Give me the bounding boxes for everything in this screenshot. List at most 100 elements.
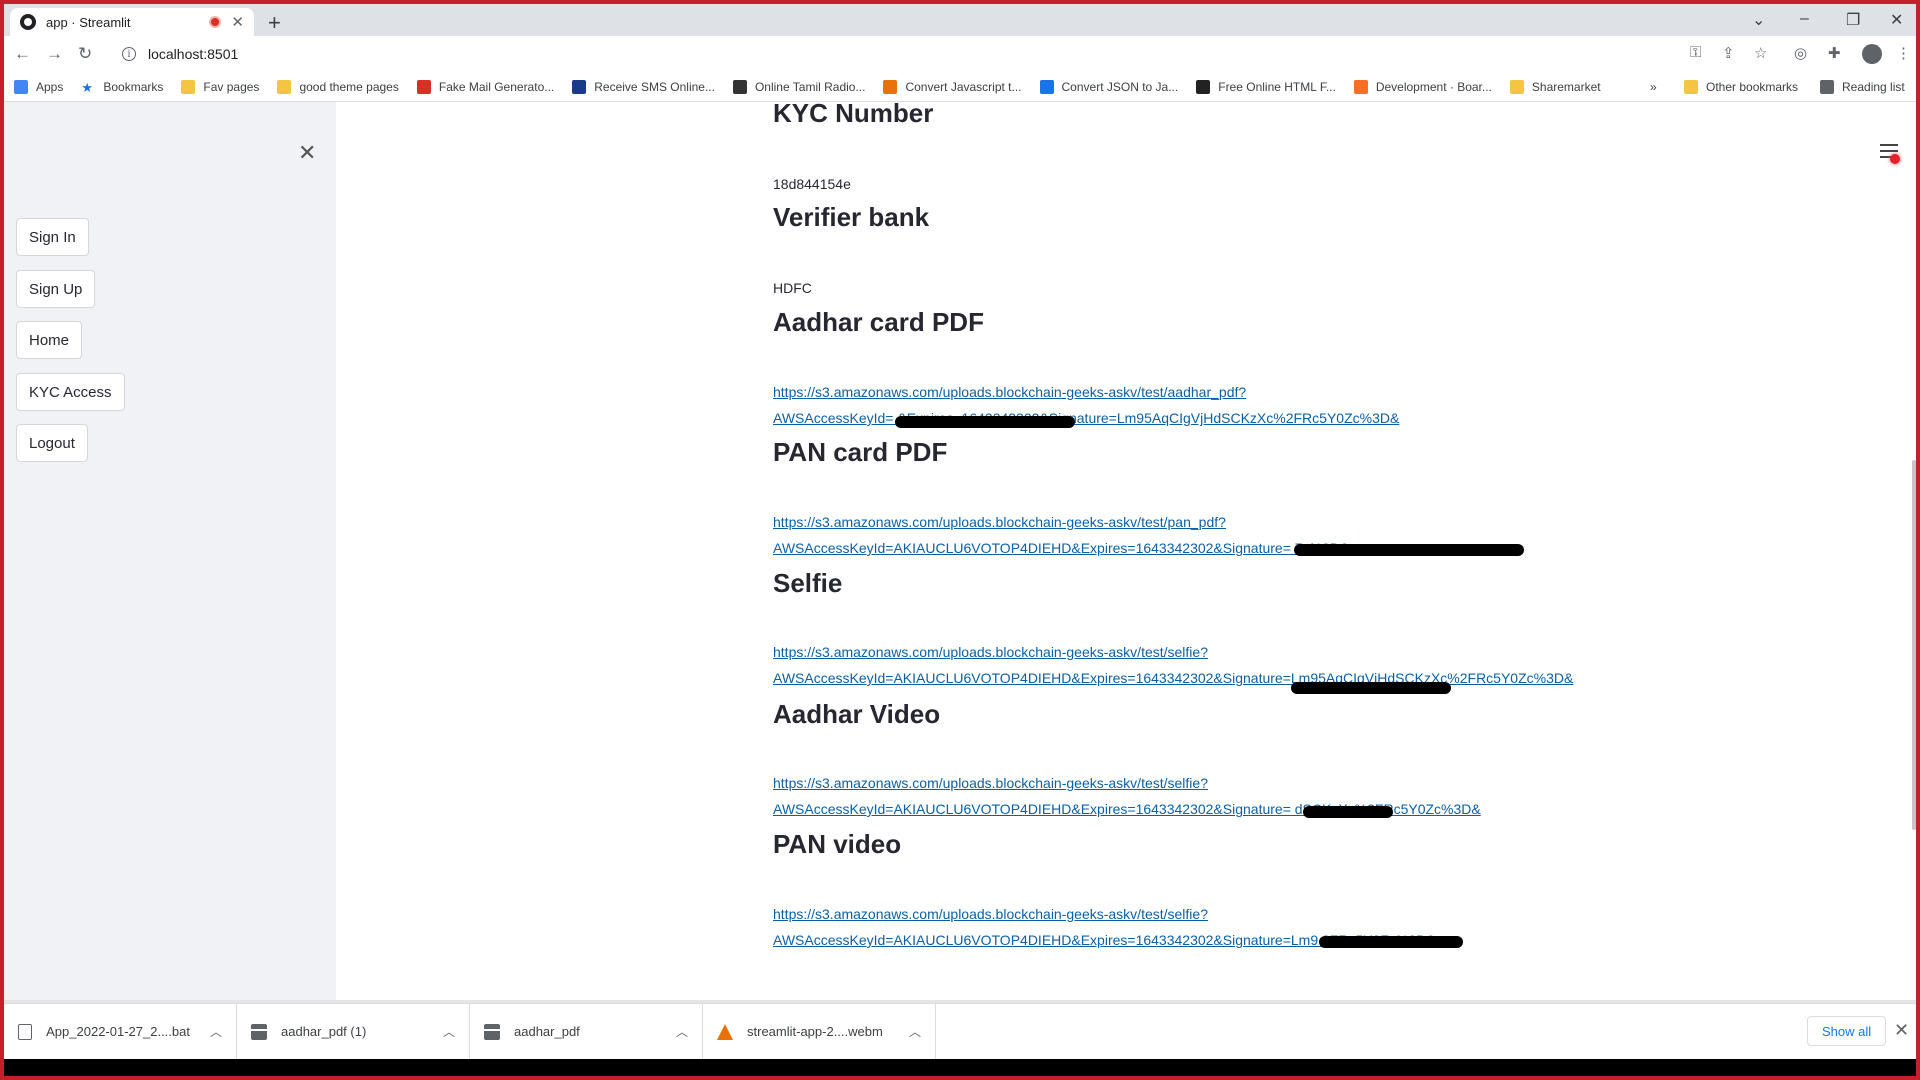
bookmark-item[interactable]: Convert JSON to Ja... xyxy=(1039,79,1179,94)
kyc-number-value: 18d844154e xyxy=(773,176,851,192)
close-download-shelf-icon[interactable]: ✕ xyxy=(1894,1020,1909,1041)
profile-avatar[interactable] xyxy=(1862,44,1882,64)
aadhar-pdf-link-params[interactable]: AWSAccessKeyId= &Expires=1643342302&Sign… xyxy=(773,406,1399,431)
restore-button[interactable]: ❐ xyxy=(1846,10,1860,30)
bookmark-item[interactable]: Apps xyxy=(14,79,64,94)
redaction-mark xyxy=(1291,682,1451,694)
folder-icon xyxy=(1509,79,1524,94)
close-window-button[interactable]: ✕ xyxy=(1890,10,1903,30)
sidebar-close-icon[interactable]: ✕ xyxy=(298,140,316,166)
key-icon[interactable]: ⚿ xyxy=(1690,44,1701,61)
redaction-mark xyxy=(1294,544,1524,556)
show-all-button[interactable]: Show all xyxy=(1807,1016,1887,1046)
bookmark-item[interactable]: Online Tamil Radio... xyxy=(732,79,866,94)
aadhar-video-heading: Aadhar Video xyxy=(773,699,941,729)
tab-title: app · Streamlit xyxy=(46,14,131,30)
convert-icon xyxy=(883,79,898,94)
bookmark-item[interactable]: good theme pages xyxy=(277,79,399,94)
other-bookmarks[interactable]: Other bookmarks xyxy=(1684,80,1798,94)
bookmark-label: Online Tamil Radio... xyxy=(754,79,866,94)
bookmarks-overflow-button[interactable]: » xyxy=(1650,80,1657,94)
file-icon xyxy=(251,1023,267,1040)
logout-button[interactable]: Logout xyxy=(16,424,88,462)
pan-video-heading: PAN video xyxy=(773,829,902,859)
pan-video-link[interactable]: https://s3.amazonaws.com/uploads.blockch… xyxy=(773,902,1208,927)
verifier-bank-value: HDFC xyxy=(773,280,812,296)
bookmark-item[interactable]: Convert Javascript t... xyxy=(883,79,1022,94)
gitlab-icon xyxy=(1353,79,1368,94)
share-icon[interactable]: ⇪ xyxy=(1722,44,1735,62)
aadhar-pdf-link[interactable]: https://s3.amazonaws.com/uploads.blockch… xyxy=(773,380,1246,405)
recording-dot-icon xyxy=(1890,154,1900,164)
speaker-icon xyxy=(732,79,747,94)
forward-button[interactable]: → xyxy=(46,44,63,64)
bookmark-label: Fav pages xyxy=(203,79,260,94)
chevron-up-icon[interactable]: ︿ xyxy=(423,1023,455,1040)
download-item[interactable]: aadhar_pdf (1) ︿ xyxy=(237,1003,470,1060)
selfie-link-params[interactable]: AWSAccessKeyId=AKIAUCLU6VOTOP4DIEHD&Expi… xyxy=(773,666,1573,691)
c-icon xyxy=(1039,79,1054,94)
bookmark-item[interactable]: Development · Boar... xyxy=(1353,79,1492,94)
new-tab-button[interactable]: + xyxy=(268,10,281,36)
selfie-link[interactable]: https://s3.amazonaws.com/uploads.blockch… xyxy=(773,640,1208,665)
page-scrollbar[interactable] xyxy=(1912,460,1916,830)
bookmark-label: good theme pages xyxy=(299,79,399,94)
bookmark-label: Convert JSON to Ja... xyxy=(1061,79,1179,94)
bookmark-item[interactable]: Receive SMS Online... xyxy=(572,79,715,94)
sign-in-button[interactable]: Sign In xyxy=(16,218,89,256)
back-button[interactable]: ← xyxy=(14,44,31,64)
taskbar-strip xyxy=(4,1059,1916,1076)
sidebar: ✕ Sign In Sign Up Home KYC Access Logout xyxy=(4,102,336,1003)
bookmark-label: Apps xyxy=(36,79,64,94)
folder-icon xyxy=(277,79,292,94)
home-button[interactable]: Home xyxy=(16,321,83,359)
tab-search-icon[interactable]: ⌄ xyxy=(1752,10,1765,30)
bookmark-item[interactable]: Fav pages xyxy=(181,79,260,94)
download-item[interactable]: App_2022-01-27_2....bat ︿ xyxy=(4,1003,237,1060)
address-bar[interactable]: i localhost:8501 xyxy=(112,40,1692,68)
chevron-up-icon[interactable]: ︿ xyxy=(190,1023,222,1040)
folder-icon xyxy=(181,79,196,94)
apps-grid-icon xyxy=(14,79,28,94)
bookmark-label: Development · Boar... xyxy=(1375,79,1492,94)
download-item[interactable]: streamlit-app-2....webm ︿ xyxy=(703,1003,936,1060)
chevron-up-icon[interactable]: ︿ xyxy=(889,1023,921,1040)
kyc-access-button[interactable]: KYC Access xyxy=(16,373,125,411)
bookmark-star-icon[interactable]: ☆ xyxy=(1754,44,1767,62)
more-menu-icon[interactable]: ⋮ xyxy=(1896,44,1911,62)
bookmark-label: Fake Mail Generato... xyxy=(438,79,555,94)
bookmark-label: Receive SMS Online... xyxy=(594,79,715,94)
download-shelf: App_2022-01-27_2....bat ︿ aadhar_pdf (1)… xyxy=(4,1003,1916,1060)
batch-file-icon xyxy=(18,1023,33,1040)
recording-indicator-icon xyxy=(209,16,222,28)
reload-button[interactable]: ↻ xyxy=(78,44,92,64)
bookmark-item[interactable]: Free Online HTML F... xyxy=(1196,79,1336,94)
file-icon xyxy=(484,1023,500,1040)
bookmark-item[interactable]: Fake Mail Generato... xyxy=(416,79,555,94)
folder-icon xyxy=(1684,80,1698,94)
sms-icon xyxy=(572,79,587,94)
bookmark-item[interactable]: ★ Bookmarks xyxy=(81,79,163,95)
pan-pdf-link-params[interactable]: AWSAccessKeyId=AKIAUCLU6VOTOP4DIEHD&Expi… xyxy=(773,536,1349,561)
site-info-icon[interactable]: i xyxy=(122,47,136,61)
selfie-heading: Selfie xyxy=(773,568,843,598)
kyc-number-heading: KYC Number xyxy=(773,102,934,128)
pan-pdf-link[interactable]: https://s3.amazonaws.com/uploads.blockch… xyxy=(773,510,1226,535)
chevron-up-icon[interactable]: ︿ xyxy=(656,1023,688,1040)
aadhar-video-link[interactable]: https://s3.amazonaws.com/uploads.blockch… xyxy=(773,771,1208,796)
extension-icon[interactable]: ◎ xyxy=(1794,44,1807,62)
star-icon: ★ xyxy=(81,79,94,95)
tab-close-icon[interactable]: ✕ xyxy=(231,13,244,31)
redaction-mark xyxy=(1319,936,1463,948)
puzzle-icon[interactable]: ✚ xyxy=(1828,44,1841,62)
reading-list[interactable]: Reading list xyxy=(1820,80,1905,94)
browser-tab[interactable]: app · Streamlit ✕ xyxy=(10,8,254,36)
bookmark-item[interactable]: Sharemarket xyxy=(1509,79,1601,94)
bookmark-label: Convert Javascript t... xyxy=(905,79,1022,94)
browser-toolbar: ← → ↻ i localhost:8501 ⚿ ⇪ ☆ ◎ ✚ ⋮ xyxy=(4,36,1916,72)
minimize-button[interactable]: – xyxy=(1800,10,1809,28)
verifier-bank-heading: Verifier bank xyxy=(773,202,930,232)
download-item[interactable]: aadhar_pdf ︿ xyxy=(470,1003,703,1060)
tab-strip: app · Streamlit ✕ + ⌄ – ❐ ✕ xyxy=(4,4,1916,36)
sign-up-button[interactable]: Sign Up xyxy=(16,270,96,308)
